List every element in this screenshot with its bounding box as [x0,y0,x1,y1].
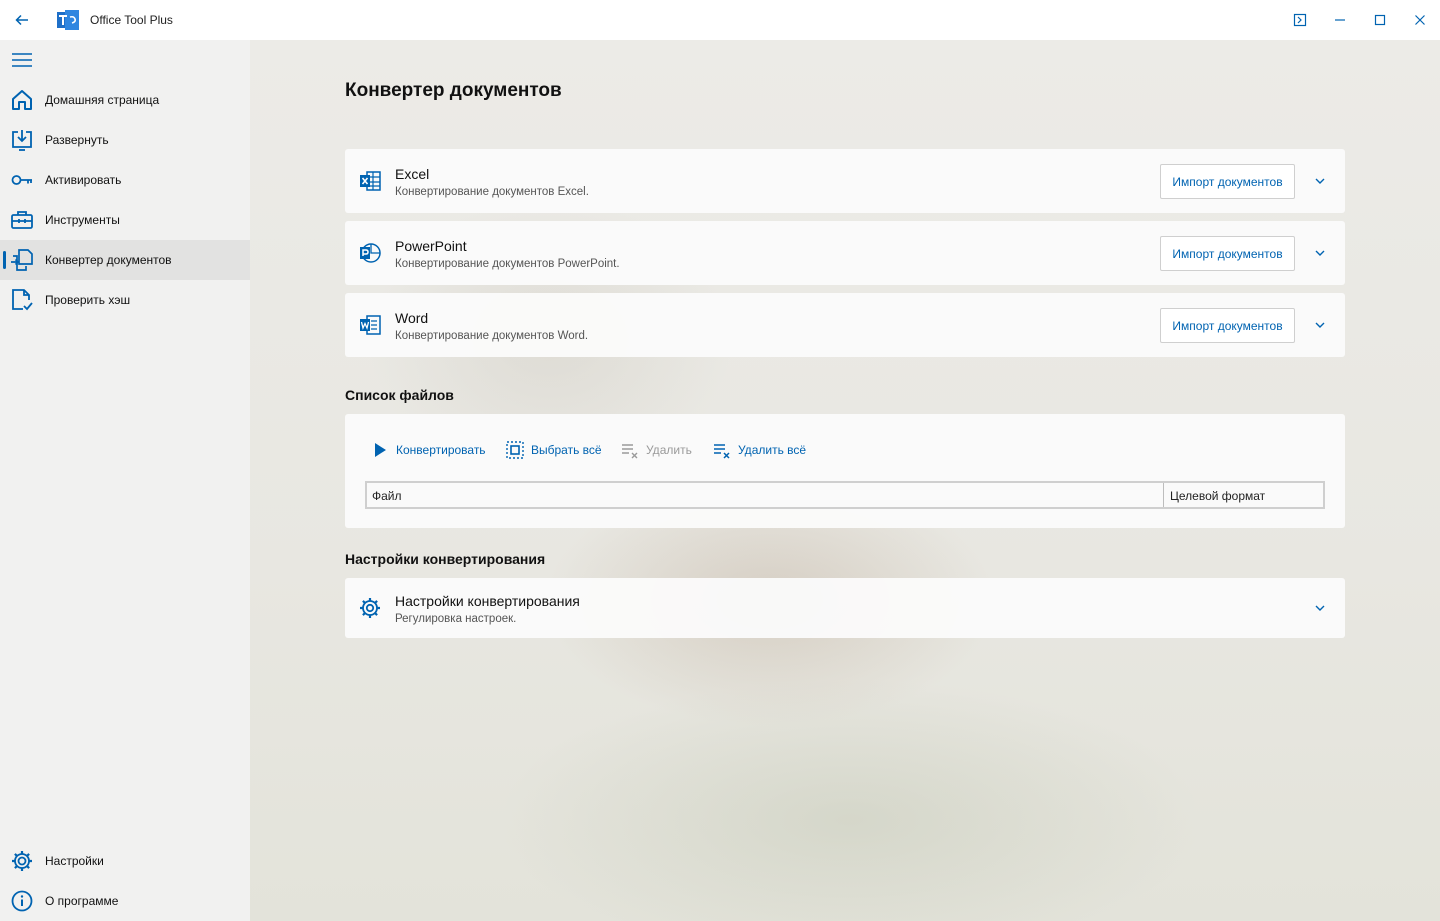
converter-card-word[interactable]: Word Конвертирование документов Word. Им… [345,293,1345,357]
delete-all-icon [714,444,730,459]
maximize-icon [1374,14,1386,26]
maximize-button[interactable] [1360,0,1400,40]
close-icon [1415,15,1425,25]
card-subtitle: Регулировка настроек. [395,613,517,625]
chevron-down-icon[interactable] [1313,174,1327,188]
column-header-target-format[interactable]: Целевой формат [1170,489,1265,503]
deploy-icon [12,130,32,151]
play-icon [375,443,386,457]
sidebar: Домашняя страница Развернуть Активироват… [0,40,250,921]
import-documents-button[interactable]: Импорт документов [1160,236,1295,271]
chevron-down-icon[interactable] [1313,246,1327,260]
chevron-down-icon[interactable] [1313,318,1327,332]
converter-card-excel[interactable]: Excel Конвертирование документов Excel. … [345,149,1345,213]
app-logo [57,10,79,30]
sidebar-item-settings[interactable]: Настройки [0,841,250,881]
delete-list-icon [622,444,638,459]
sidebar-item-label: Проверить хэш [45,293,131,307]
card-subtitle: Конвертирование документов Excel. [395,186,589,198]
converter-card-powerpoint[interactable]: PowerPoint Конвертирование документов Po… [345,221,1345,285]
gear-icon [360,598,380,618]
minimize-icon [1335,19,1345,21]
convert-button[interactable]: Конвертировать [370,440,486,460]
back-button[interactable] [0,0,44,40]
sidebar-item-label: Домашняя страница [45,93,160,107]
file-list-heading: Список файлов [345,387,454,403]
card-title: Word [395,310,429,326]
delete-button[interactable]: Удалить [620,440,692,460]
column-header-file[interactable]: Файл [372,489,402,503]
sidebar-item-document-converter[interactable]: Конвертер документов [0,240,250,280]
import-documents-button[interactable]: Импорт документов [1160,164,1295,199]
sidebar-item-check-hash[interactable]: Проверить хэш [0,280,250,320]
sidebar-item-label: Конвертер документов [45,253,172,267]
sidebar-item-label: Инструменты [45,213,120,227]
card-subtitle: Конвертирование документов PowerPoint. [395,258,620,270]
info-icon [11,890,33,912]
file-table-header: Файл Целевой формат [365,481,1325,509]
delete-all-label: Удалить всё [738,443,807,457]
conversion-settings-heading: Настройки конвертирования [345,551,546,567]
hamburger-icon [12,53,32,67]
delete-label: Удалить [646,443,692,457]
card-title: PowerPoint [395,238,467,254]
card-title: Настройки конвертирования [395,593,580,609]
sidebar-item-activate[interactable]: Активировать [0,160,250,200]
select-all-label: Выбрать всё [531,443,602,457]
powerpoint-icon [360,243,381,263]
home-icon [12,90,32,110]
toolbox-icon [11,211,33,229]
key-icon [11,175,32,185]
file-check-icon [12,289,33,311]
select-all-button[interactable]: Выбрать всё [505,440,602,460]
close-button[interactable] [1400,0,1440,40]
sidebar-item-label: Активировать [45,173,122,187]
app-title: Office Tool Plus [90,13,173,27]
compact-overlay-icon [1293,13,1307,27]
convert-label: Конвертировать [396,443,486,457]
sidebar-item-home[interactable]: Домашняя страница [0,80,250,120]
conversion-settings-card[interactable]: Настройки конвертирования Регулировка на… [345,578,1345,638]
title-bar: Office Tool Plus [0,0,1440,40]
word-icon [360,315,381,335]
active-indicator [3,251,6,269]
page-title: Конвертер документов [345,80,562,101]
sidebar-item-label: Развернуть [45,133,109,147]
sidebar-item-label: Настройки [45,854,104,868]
sidebar-item-about[interactable]: О программе [0,881,250,921]
chevron-down-icon[interactable] [1313,601,1327,615]
import-documents-button[interactable]: Импорт документов [1160,308,1295,343]
column-divider[interactable] [1163,483,1164,507]
sidebar-item-label: О программе [45,894,119,908]
select-all-icon [506,441,524,459]
convert-icon [11,249,33,271]
sidebar-item-tools[interactable]: Инструменты [0,200,250,240]
card-title: Excel [395,166,430,182]
excel-icon [360,171,381,191]
compact-overlay-button[interactable] [1280,0,1320,40]
delete-all-button[interactable]: Удалить всё [712,440,806,460]
gear-icon [12,851,32,871]
sidebar-item-deploy[interactable]: Развернуть [0,120,250,160]
arrow-left-icon [15,14,28,26]
card-subtitle: Конвертирование документов Word. [395,330,589,342]
hamburger-button[interactable] [10,50,34,70]
file-list-panel [345,414,1345,528]
minimize-button[interactable] [1320,0,1360,40]
